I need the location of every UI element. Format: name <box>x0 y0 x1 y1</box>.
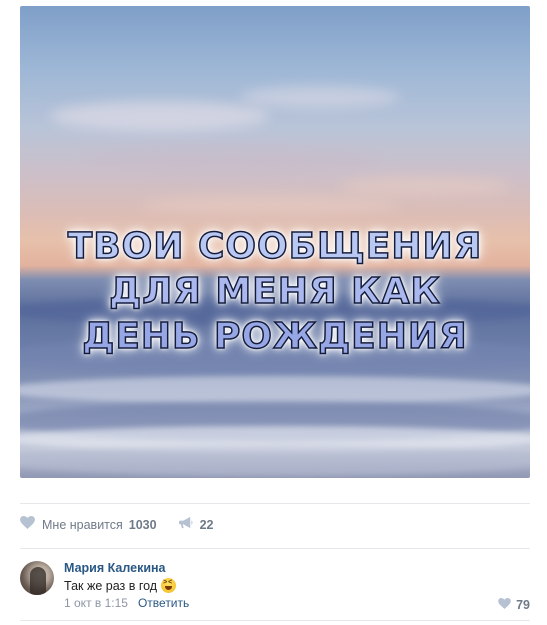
like-label: Мне нравится <box>42 518 123 532</box>
like-count: 1030 <box>128 518 157 532</box>
comment-meta: 1 окт в 1:15 Ответить <box>64 596 189 610</box>
reply-button[interactable]: Ответить <box>138 596 189 610</box>
heart-icon <box>20 516 35 534</box>
post-actions: Мне нравится 1030 22 <box>20 515 214 535</box>
comment-author[interactable]: Мария Калекина <box>64 561 166 575</box>
caption-line-3: ДЕНЬ РОЖДЕНИЯ <box>82 315 468 358</box>
comment-like-button[interactable]: 79 <box>498 596 530 614</box>
share-button[interactable]: 22 <box>178 516 214 534</box>
divider <box>20 620 530 621</box>
like-button[interactable]: Мне нравится 1030 <box>20 516 157 534</box>
caption-line-1: ТВОИ СООБЩЕНИЯ <box>67 225 483 268</box>
comment-like-count: 79 <box>516 598 530 612</box>
share-count: 22 <box>199 518 214 532</box>
image-caption: ТВОИ СООБЩЕНИЯ ДЛЯ МЕНЯ КАК ДЕНЬ РОЖДЕНИ… <box>20 224 530 359</box>
megaphone-icon <box>178 516 194 534</box>
comment-timestamp[interactable]: 1 окт в 1:15 <box>64 596 128 610</box>
post-image[interactable]: ТВОИ СООБЩЕНИЯ ДЛЯ МЕНЯ КАК ДЕНЬ РОЖДЕНИ… <box>20 6 530 478</box>
comment: Мария Калекина Так же раз в год 1 окт в … <box>20 558 530 614</box>
laughing-emoji-icon <box>161 578 177 593</box>
comment-body: Так же раз в год <box>64 578 177 593</box>
avatar[interactable] <box>20 561 54 595</box>
divider <box>20 503 530 504</box>
caption-line-2: ДЛЯ МЕНЯ КАК <box>108 270 441 313</box>
divider <box>20 548 530 549</box>
heart-icon <box>498 596 511 614</box>
comment-text: Так же раз в год <box>64 578 158 593</box>
